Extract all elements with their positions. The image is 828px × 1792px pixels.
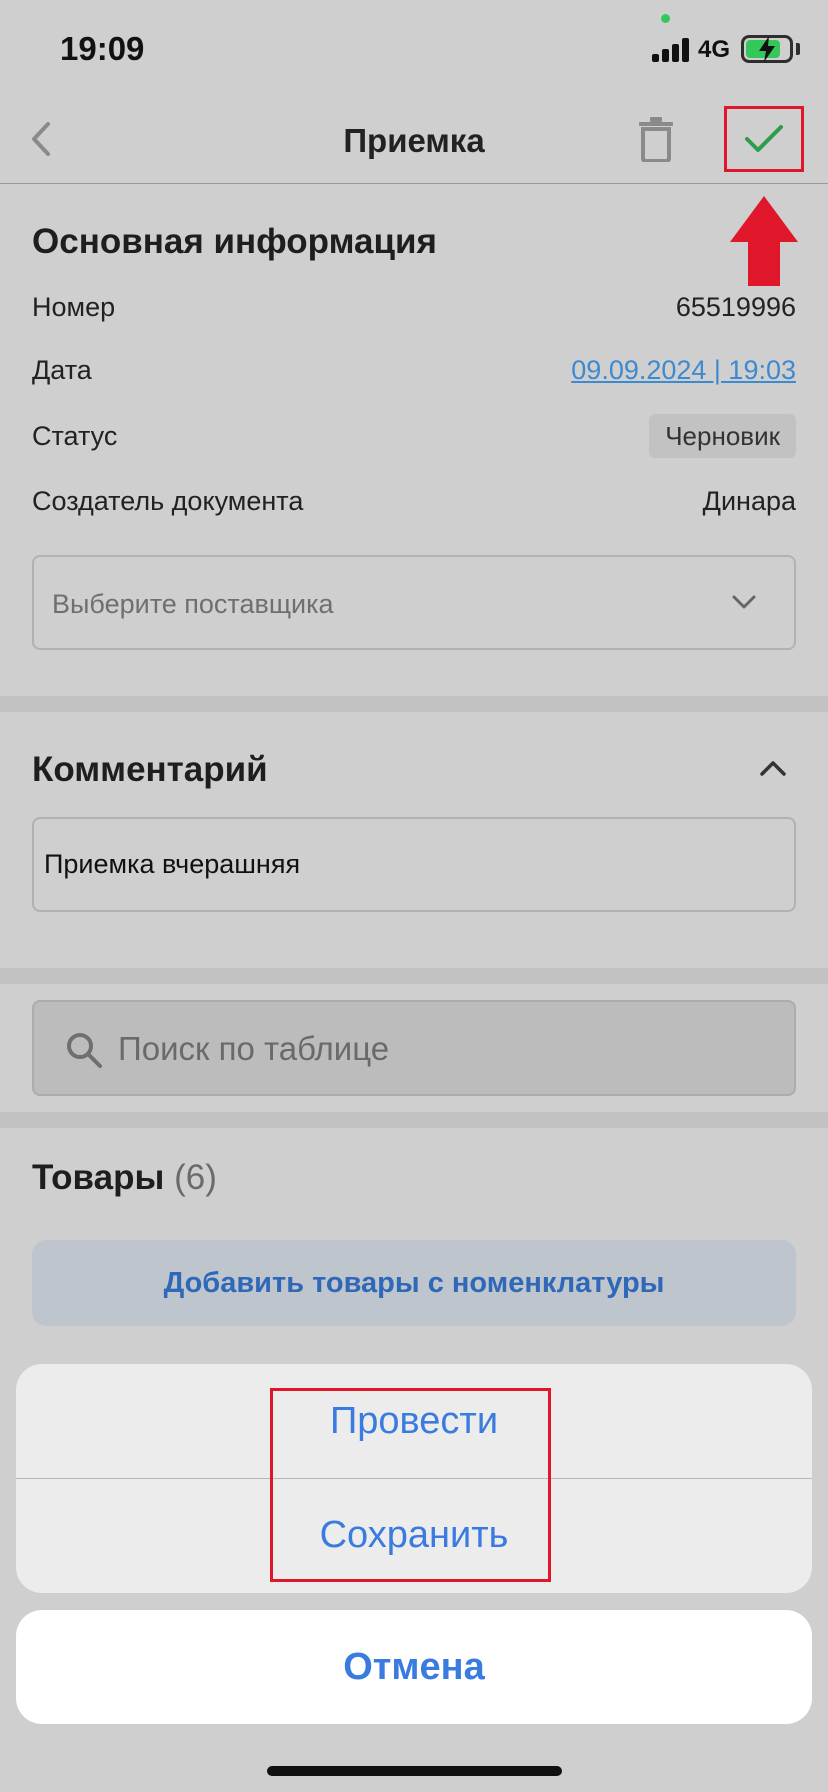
home-indicator: [267, 1766, 562, 1776]
table-search-input[interactable]: Поиск по таблице: [32, 1000, 796, 1096]
goods-count: (6): [174, 1158, 217, 1197]
goods-title-text: Товары: [32, 1158, 165, 1197]
search-icon: [67, 1033, 102, 1068]
comment-text: Приемка вчерашняя: [44, 849, 301, 879]
trash-icon[interactable]: [636, 116, 676, 162]
page-title: Приемка: [343, 122, 485, 159]
number-label: Номер: [32, 292, 116, 322]
status-label: Статус: [32, 421, 118, 451]
network-label: 4G: [698, 36, 731, 63]
annotation-highlight-box: [270, 1388, 551, 1582]
number-value: 65519996: [675, 292, 796, 322]
chevron-up-icon[interactable]: [758, 758, 788, 778]
main-info-title: Основная информация: [32, 222, 437, 261]
cancel-button[interactable]: Отмена: [16, 1610, 812, 1724]
comment-field[interactable]: Приемка вчерашняя: [32, 817, 796, 912]
section-divider: [0, 696, 828, 712]
date-value-link[interactable]: 09.09.2024 | 19:03: [571, 355, 796, 386]
goods-title: Товары (6): [32, 1158, 217, 1198]
top-navigation-bar: Приемка: [0, 96, 828, 184]
supplier-placeholder: Выберите поставщика: [52, 589, 334, 619]
date-label: Дата: [32, 355, 92, 385]
status-time: 19:09: [60, 30, 145, 67]
confirm-button[interactable]: [724, 106, 804, 172]
status-badge: Черновик: [649, 414, 796, 458]
section-divider: [0, 968, 828, 984]
battery-tip: [796, 43, 800, 55]
supplier-select[interactable]: Выберите поставщика: [32, 555, 796, 650]
checkmark-icon: [745, 125, 783, 152]
status-bar: 19:09 4G: [0, 0, 828, 100]
annotation-arrow-up-icon: [730, 196, 798, 286]
privacy-indicator-dot: [661, 14, 670, 23]
chevron-down-icon: [732, 595, 756, 609]
search-placeholder: Поиск по таблице: [118, 1030, 390, 1067]
creator-value: Динара: [702, 486, 796, 516]
section-divider: [0, 1112, 828, 1128]
creator-label: Создатель документа: [32, 486, 304, 516]
signal-icon: [652, 38, 690, 62]
add-goods-button[interactable]: Добавить товары с номенклатуры: [32, 1240, 796, 1326]
charging-bolt-icon: [759, 36, 775, 62]
comment-title: Комментарий: [32, 750, 268, 789]
